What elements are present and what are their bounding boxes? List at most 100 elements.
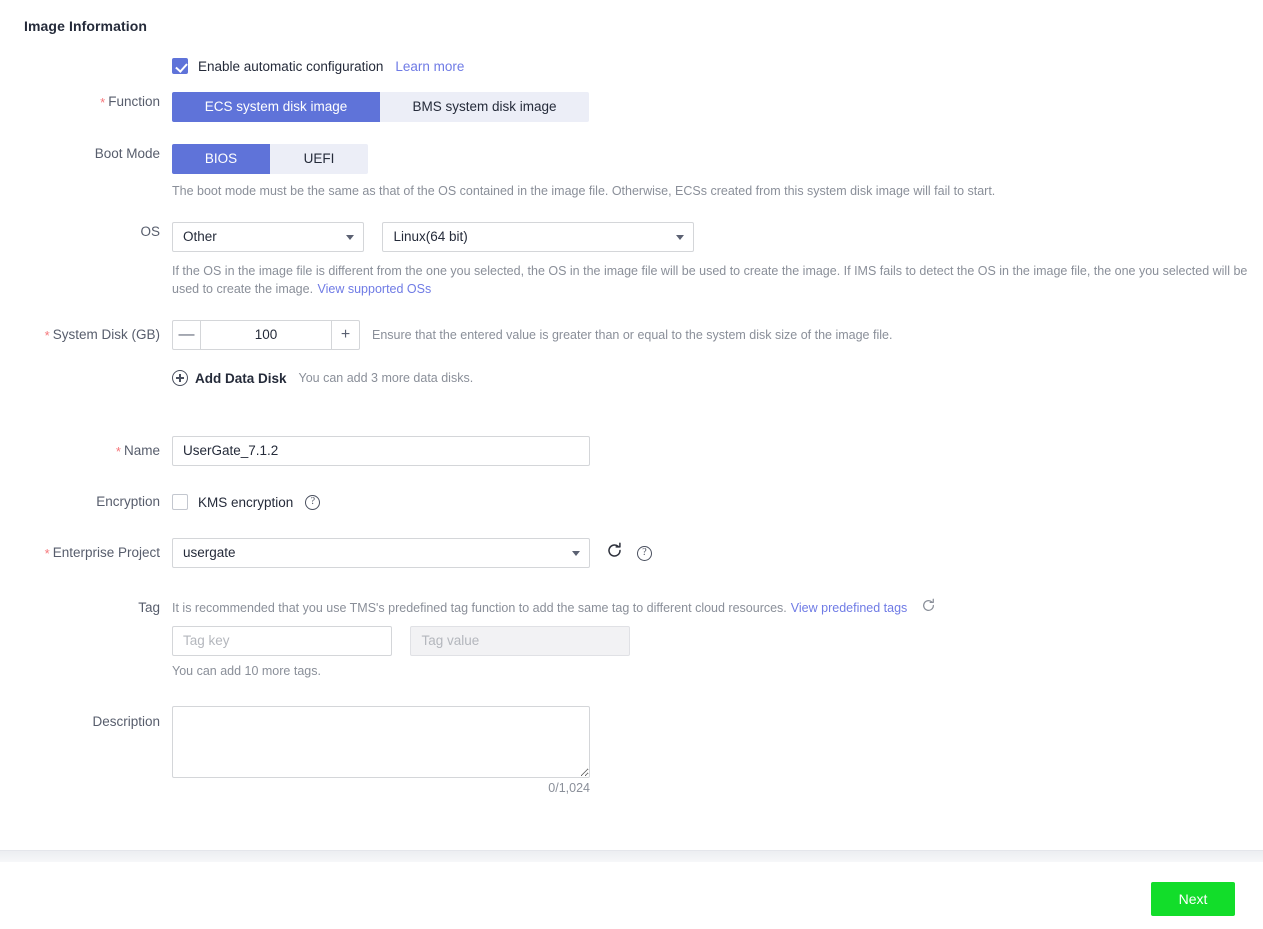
tag-inputs-field: Tag key Tag value bbox=[172, 626, 1263, 656]
tag-hint-field: It is recommended that you use TMS's pre… bbox=[172, 598, 1263, 618]
tag-label: Tag bbox=[0, 598, 172, 618]
row-os: OS Other Linux(64 bit) bbox=[0, 222, 1263, 252]
row-tag: Tag It is recommended that you use TMS's… bbox=[0, 598, 1263, 618]
boot-mode-segmented-control: BIOS UEFI bbox=[172, 144, 368, 174]
system-disk-decrement-button[interactable]: — bbox=[173, 321, 201, 349]
encryption-field: KMS encryption ? bbox=[172, 488, 1263, 516]
row-auto-config: Enable automatic configuration Learn mor… bbox=[0, 52, 1263, 80]
boot-mode-hint: The boot mode must be the same as that o… bbox=[172, 184, 996, 198]
row-function: * Function ECS system disk image BMS syst… bbox=[0, 92, 1263, 122]
function-label-text: Function bbox=[108, 94, 160, 109]
function-label: * Function bbox=[0, 92, 172, 112]
add-data-disk-control[interactable]: Add Data Disk You can add 3 more data di… bbox=[172, 366, 1263, 390]
image-information-form: Enable automatic configuration Learn mor… bbox=[0, 52, 1263, 795]
auto-config-field: Enable automatic configuration Learn mor… bbox=[172, 52, 1263, 80]
tag-hint: It is recommended that you use TMS's pre… bbox=[172, 601, 787, 615]
os-hint-field: If the OS in the image file is different… bbox=[172, 262, 1263, 298]
os-family-select[interactable]: Other bbox=[172, 222, 364, 252]
name-input[interactable]: UserGate_7.1.2 bbox=[172, 436, 590, 466]
os-version-select[interactable]: Linux(64 bit) bbox=[382, 222, 695, 252]
os-family-value: Other bbox=[183, 229, 217, 244]
refresh-icon[interactable] bbox=[921, 598, 936, 618]
name-label: * Name bbox=[0, 441, 172, 461]
boot-mode-option-uefi[interactable]: UEFI bbox=[270, 144, 368, 174]
footer-divider bbox=[0, 850, 1263, 862]
row-system-disk: * System Disk (GB) — 100 + Ensure that th… bbox=[0, 320, 1263, 350]
function-required-asterisk: * bbox=[100, 95, 106, 110]
row-name: * Name UserGate_7.1.2 bbox=[0, 436, 1263, 466]
system-disk-label-text: System Disk (GB) bbox=[52, 327, 160, 342]
os-version-value: Linux(64 bit) bbox=[393, 229, 468, 244]
add-data-disk-label[interactable]: Add Data Disk bbox=[195, 371, 287, 386]
tag-remaining-field: You can add 10 more tags. bbox=[172, 662, 1263, 680]
add-data-disk-field: Add Data Disk You can add 3 more data di… bbox=[172, 366, 1263, 390]
system-disk-increment-button[interactable]: + bbox=[331, 321, 359, 349]
boot-mode-field: BIOS UEFI bbox=[172, 144, 1263, 174]
enterprise-project-select[interactable]: usergate bbox=[172, 538, 590, 568]
footer: Next bbox=[0, 862, 1263, 929]
os-field: Other Linux(64 bit) bbox=[172, 222, 1263, 252]
view-predefined-tags-link[interactable]: View predefined tags bbox=[791, 601, 908, 615]
encryption-label-text: Encryption bbox=[96, 494, 160, 509]
help-icon[interactable]: ? bbox=[637, 545, 652, 561]
enterprise-project-label: * Enterprise Project bbox=[0, 543, 172, 563]
function-option-ecs[interactable]: ECS system disk image bbox=[172, 92, 380, 122]
encryption-checkbox-line: KMS encryption ? bbox=[172, 488, 1263, 516]
row-encryption: Encryption KMS encryption ? bbox=[0, 488, 1263, 516]
row-tag-remaining: You can add 10 more tags. bbox=[0, 662, 1263, 680]
view-supported-os-link[interactable]: View supported OSs bbox=[318, 282, 432, 296]
chevron-down-icon bbox=[346, 235, 354, 240]
tag-label-text: Tag bbox=[138, 600, 160, 615]
help-icon[interactable]: ? bbox=[305, 494, 321, 510]
boot-mode-label: Boot Mode bbox=[0, 144, 172, 164]
next-button[interactable]: Next bbox=[1151, 882, 1235, 916]
description-counter: 0/1,024 bbox=[548, 781, 590, 795]
system-disk-hint: Ensure that the entered value is greater… bbox=[372, 328, 893, 342]
boot-mode-label-text: Boot Mode bbox=[94, 146, 160, 161]
system-disk-label: * System Disk (GB) bbox=[0, 325, 172, 345]
learn-more-link[interactable]: Learn more bbox=[395, 59, 464, 74]
os-label: OS bbox=[0, 222, 172, 242]
system-disk-field: — 100 + Ensure that the entered value is… bbox=[172, 320, 1263, 350]
system-disk-input[interactable]: 100 bbox=[201, 321, 331, 349]
auto-config-checkbox[interactable] bbox=[172, 58, 188, 74]
image-information-page: Image Information Enable automatic confi… bbox=[0, 0, 1263, 929]
encryption-label: Encryption bbox=[0, 492, 172, 512]
function-option-bms[interactable]: BMS system disk image bbox=[380, 92, 589, 122]
function-field: ECS system disk image BMS system disk im… bbox=[172, 92, 1263, 122]
auto-config-checkbox-line: Enable automatic configuration Learn mor… bbox=[172, 52, 1263, 80]
boot-mode-option-bios[interactable]: BIOS bbox=[172, 144, 270, 174]
page-title: Image Information bbox=[24, 18, 148, 34]
tag-remaining-hint: You can add 10 more tags. bbox=[172, 664, 321, 678]
plus-circle-icon bbox=[172, 370, 188, 386]
row-add-data-disk: Add Data Disk You can add 3 more data di… bbox=[0, 366, 1263, 390]
kms-encryption-checkbox[interactable] bbox=[172, 494, 188, 510]
row-boot-mode: Boot Mode BIOS UEFI bbox=[0, 144, 1263, 174]
tag-key-input[interactable]: Tag key bbox=[172, 626, 392, 656]
enterprise-project-label-text: Enterprise Project bbox=[52, 545, 160, 560]
chevron-down-icon bbox=[676, 235, 685, 240]
kms-encryption-label: KMS encryption bbox=[198, 494, 294, 510]
description-field: 0/1,024 bbox=[172, 706, 1263, 795]
name-field: UserGate_7.1.2 bbox=[172, 436, 1263, 466]
add-data-disk-hint: You can add 3 more data disks. bbox=[298, 371, 474, 385]
description-textarea[interactable] bbox=[172, 706, 590, 778]
auto-config-label: Enable automatic configuration bbox=[198, 58, 384, 74]
enterprise-project-value: usergate bbox=[183, 545, 236, 560]
description-label: Description bbox=[0, 706, 172, 732]
row-enterprise-project: * Enterprise Project usergate ? bbox=[0, 538, 1263, 568]
row-description: Description 0/1,024 bbox=[0, 706, 1263, 795]
function-segmented-control: ECS system disk image BMS system disk im… bbox=[172, 92, 589, 122]
row-os-hint: If the OS in the image file is different… bbox=[0, 262, 1263, 298]
refresh-icon[interactable] bbox=[606, 542, 623, 564]
enterprise-project-required-asterisk: * bbox=[44, 546, 50, 561]
name-label-text: Name bbox=[123, 443, 160, 458]
tag-value-input[interactable]: Tag value bbox=[410, 626, 631, 656]
boot-mode-hint-field: The boot mode must be the same as that o… bbox=[172, 182, 1263, 200]
os-label-text: OS bbox=[140, 224, 160, 239]
name-required-asterisk: * bbox=[115, 444, 121, 459]
system-disk-stepper: — 100 + bbox=[172, 320, 360, 350]
row-tag-inputs: Tag key Tag value bbox=[0, 626, 1263, 656]
enterprise-project-field: usergate ? bbox=[172, 538, 1263, 568]
description-label-text: Description bbox=[92, 714, 160, 729]
